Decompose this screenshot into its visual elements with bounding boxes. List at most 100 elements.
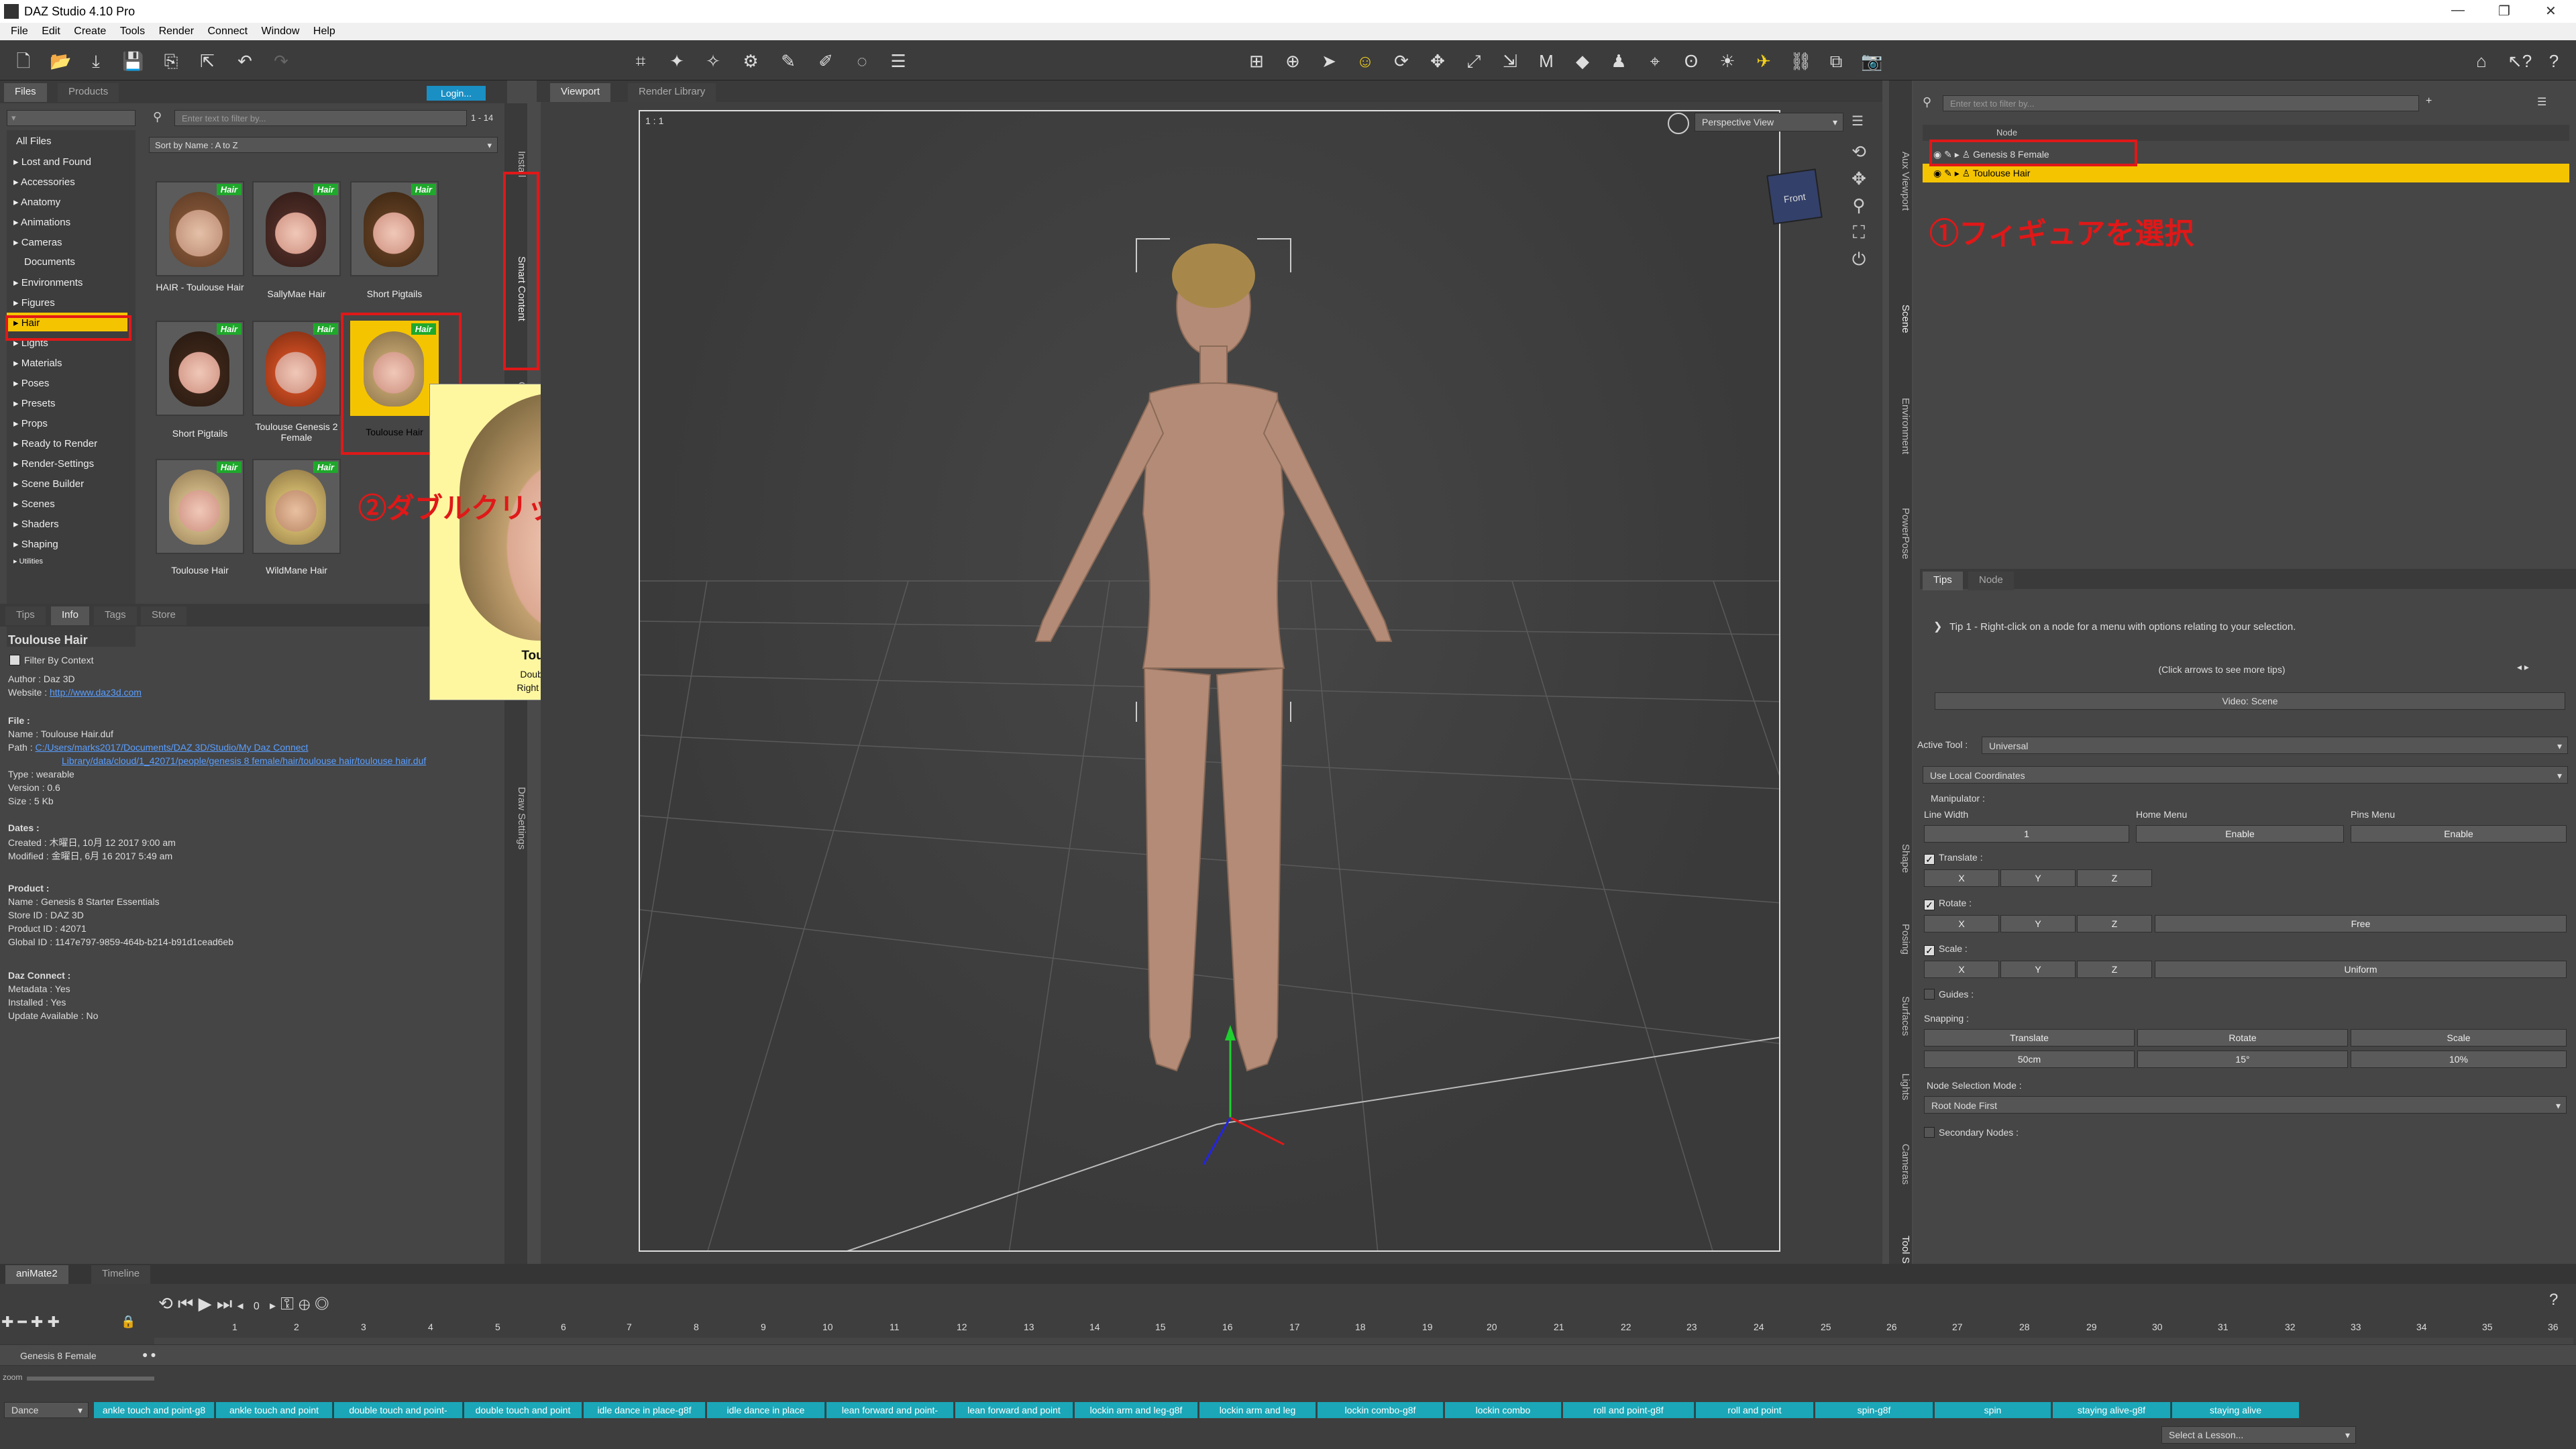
category-scene-builder[interactable]: ▸ Scene Builder xyxy=(13,478,84,490)
view-cube[interactable]: Front xyxy=(1766,168,1823,225)
category-cameras[interactable]: ▸ Cameras xyxy=(13,236,62,248)
tab-lights[interactable]: Lights xyxy=(1890,1060,1911,1114)
menu-list-icon[interactable]: ☰ xyxy=(888,51,908,71)
menu-render[interactable]: Render xyxy=(159,25,194,38)
category-utilities[interactable]: ▸ Utilities xyxy=(13,557,43,566)
camera-tool-icon[interactable]: ⌖ xyxy=(1645,51,1665,71)
scene-menu-icon[interactable]: ☰ xyxy=(2537,95,2551,111)
spot-render-camera-icon[interactable]: ⧉ xyxy=(1826,51,1846,71)
step-back-icon[interactable]: ◂ xyxy=(237,1299,244,1312)
filter-by-context-checkbox[interactable]: Filter By Context xyxy=(9,655,93,665)
joint-editor-icon[interactable]: ✦ xyxy=(667,51,687,71)
surface-icon[interactable]: ◆ xyxy=(1572,51,1593,71)
snap-translate-button[interactable]: Translate xyxy=(1924,1029,2135,1046)
view-options-icon[interactable] xyxy=(1668,113,1689,134)
tips-arrows[interactable]: ◂ ▸ xyxy=(2517,661,2555,676)
category-ready-to-render[interactable]: ▸ Ready to Render xyxy=(13,437,97,449)
track-add-remove-icons[interactable]: ✚ ━ ✚ ✚ xyxy=(1,1313,60,1331)
snap-scale-button[interactable]: Scale xyxy=(2351,1029,2567,1046)
path-link-1[interactable]: C:/Users/marks2017/Documents/DAZ 3D/Stud… xyxy=(35,742,308,753)
menu-tools[interactable]: Tools xyxy=(120,25,145,38)
universal-tool-icon[interactable]: ⊕ xyxy=(1283,51,1303,71)
region-navigator-icon[interactable]: ◌ xyxy=(852,51,872,71)
scene-node-toulouse-hair[interactable]: ◉ ✎ ▸ ♙ Toulouse Hair xyxy=(1923,164,2569,182)
home-menu-enable-button[interactable]: Enable xyxy=(2136,825,2344,843)
lock-icon[interactable]: ✎ xyxy=(1944,168,1952,178)
translate-z-button[interactable]: Z xyxy=(2077,869,2152,887)
scale-checkbox[interactable]: ✓ Scale : xyxy=(1924,943,1968,956)
content-thumb-short-pigtails[interactable]: Hair xyxy=(350,181,439,276)
viewport-menu-icon[interactable]: ☰ xyxy=(1851,113,1869,130)
orbit-icon[interactable]: ⟲ xyxy=(1849,138,1869,165)
transform-icon[interactable]: ⇲ xyxy=(1500,51,1520,71)
skip-end-icon[interactable]: ⏭ xyxy=(217,1293,232,1313)
tab-files[interactable]: Files xyxy=(4,83,47,102)
scale-x-button[interactable]: X xyxy=(1924,961,1999,978)
loop-icon[interactable]: ⟲ xyxy=(158,1293,173,1313)
category-poses[interactable]: ▸ Poses xyxy=(13,377,49,389)
snap-scale-value[interactable]: 10% xyxy=(2351,1051,2567,1068)
save-icon[interactable]: 💾 xyxy=(122,51,144,71)
menu-window[interactable]: Window xyxy=(262,25,300,38)
category-materials[interactable]: ▸ Materials xyxy=(13,357,62,369)
category-presets[interactable]: ▸ Presets xyxy=(13,397,56,409)
track-options-icon[interactable]: ● ● xyxy=(142,1349,156,1360)
scale-z-button[interactable]: Z xyxy=(2077,961,2152,978)
clip-block[interactable]: idle dance in place-g8f xyxy=(584,1402,706,1418)
website-link[interactable]: http://www.daz3d.com xyxy=(50,687,142,698)
add-key-icon[interactable]: ⊕ xyxy=(299,1293,310,1313)
scale-icon[interactable]: ⤢ xyxy=(1464,51,1484,71)
render-camera-icon[interactable]: 📷 xyxy=(1861,51,1882,71)
maximize-icon[interactable]: ❐ xyxy=(2498,3,2510,19)
tab-info[interactable]: Info xyxy=(51,606,90,625)
lasso-icon[interactable]: ʘ xyxy=(1681,51,1701,71)
content-thumb-hair-toulouse[interactable]: Hair xyxy=(156,181,244,276)
snap-rotate-value[interactable]: 15° xyxy=(2137,1051,2348,1068)
clip-block[interactable]: spin xyxy=(1935,1402,2051,1418)
close-icon[interactable]: ✕ xyxy=(2545,3,2557,19)
menu-file[interactable]: File xyxy=(11,25,28,38)
line-width-field[interactable]: 1 xyxy=(1924,825,2129,843)
tab-aux-viewport[interactable]: Aux Viewport xyxy=(1890,114,1911,248)
rotate-checkbox[interactable]: ✓ Rotate : xyxy=(1924,898,1972,910)
clip-block[interactable]: lean forward and point- xyxy=(826,1402,954,1418)
content-thumb-short-pigtails-2[interactable]: Hair xyxy=(156,321,244,416)
clip-block[interactable]: lockin combo-g8f xyxy=(1318,1402,1444,1418)
category-documents[interactable]: Documents xyxy=(24,256,75,268)
clip-block[interactable]: staying alive-g8f xyxy=(2053,1402,2171,1418)
home-icon[interactable]: ⌂ xyxy=(2471,51,2491,71)
figure-icon[interactable]: ♟ xyxy=(1609,51,1629,71)
menu-edit[interactable]: Edit xyxy=(42,25,60,38)
translate-x-button[interactable]: X xyxy=(1924,869,1999,887)
redo-icon[interactable]: ↷ xyxy=(271,51,291,71)
clip-block[interactable]: lockin arm and leg-g8f xyxy=(1075,1402,1198,1418)
clip-block[interactable]: idle dance in place xyxy=(707,1402,825,1418)
key-icon[interactable]: ⚿ xyxy=(280,1293,294,1313)
node-selection-mode-dropdown[interactable]: Root Node First ▾ xyxy=(1924,1096,2567,1114)
category-anatomy[interactable]: ▸ Anatomy xyxy=(13,196,60,208)
clip-block[interactable]: double touch and point- xyxy=(334,1402,463,1418)
scene-filter-input[interactable]: Enter text to filter by... xyxy=(1943,95,2419,111)
step-forward-icon[interactable]: ▸ xyxy=(270,1299,276,1312)
path-link-2[interactable]: Library/data/cloud/1_42071/people/genesi… xyxy=(62,755,426,766)
tab-scene[interactable]: Scene xyxy=(1890,268,1911,369)
coordinates-dropdown[interactable]: Use Local Coordinates ▾ xyxy=(1923,766,2568,784)
snap-rotate-button[interactable]: Rotate xyxy=(2137,1029,2348,1046)
lesson-dropdown[interactable]: Select a Lesson... ▾ xyxy=(2161,1426,2356,1444)
pin-icon[interactable]: ✈ xyxy=(1754,51,1774,71)
surface-selection-icon[interactable]: ✎ xyxy=(778,51,798,71)
frame-icon[interactable]: ⛶ xyxy=(1849,219,1869,246)
tab-environment[interactable]: Environment xyxy=(1890,376,1911,476)
geometry-editor-icon[interactable]: ✐ xyxy=(816,51,836,71)
guides-checkbox[interactable]: Guides : xyxy=(1924,989,1974,1000)
category-shaders[interactable]: ▸ Shaders xyxy=(13,518,59,530)
merge-icon[interactable]: ⤓ xyxy=(86,51,106,71)
content-filter-input[interactable]: Enter text to filter by... xyxy=(174,110,467,126)
undo-icon[interactable]: ↶ xyxy=(235,51,255,71)
frame-field[interactable]: 0 xyxy=(248,1301,265,1312)
category-render-settings[interactable]: ▸ Render-Settings xyxy=(13,458,94,470)
tab-viewport[interactable]: Viewport xyxy=(550,83,611,102)
translate-icon[interactable]: ✥ xyxy=(1428,51,1448,71)
spot-render-icon[interactable]: ✧ xyxy=(703,51,723,71)
secondary-nodes-checkbox[interactable]: Secondary Nodes : xyxy=(1924,1127,2019,1138)
